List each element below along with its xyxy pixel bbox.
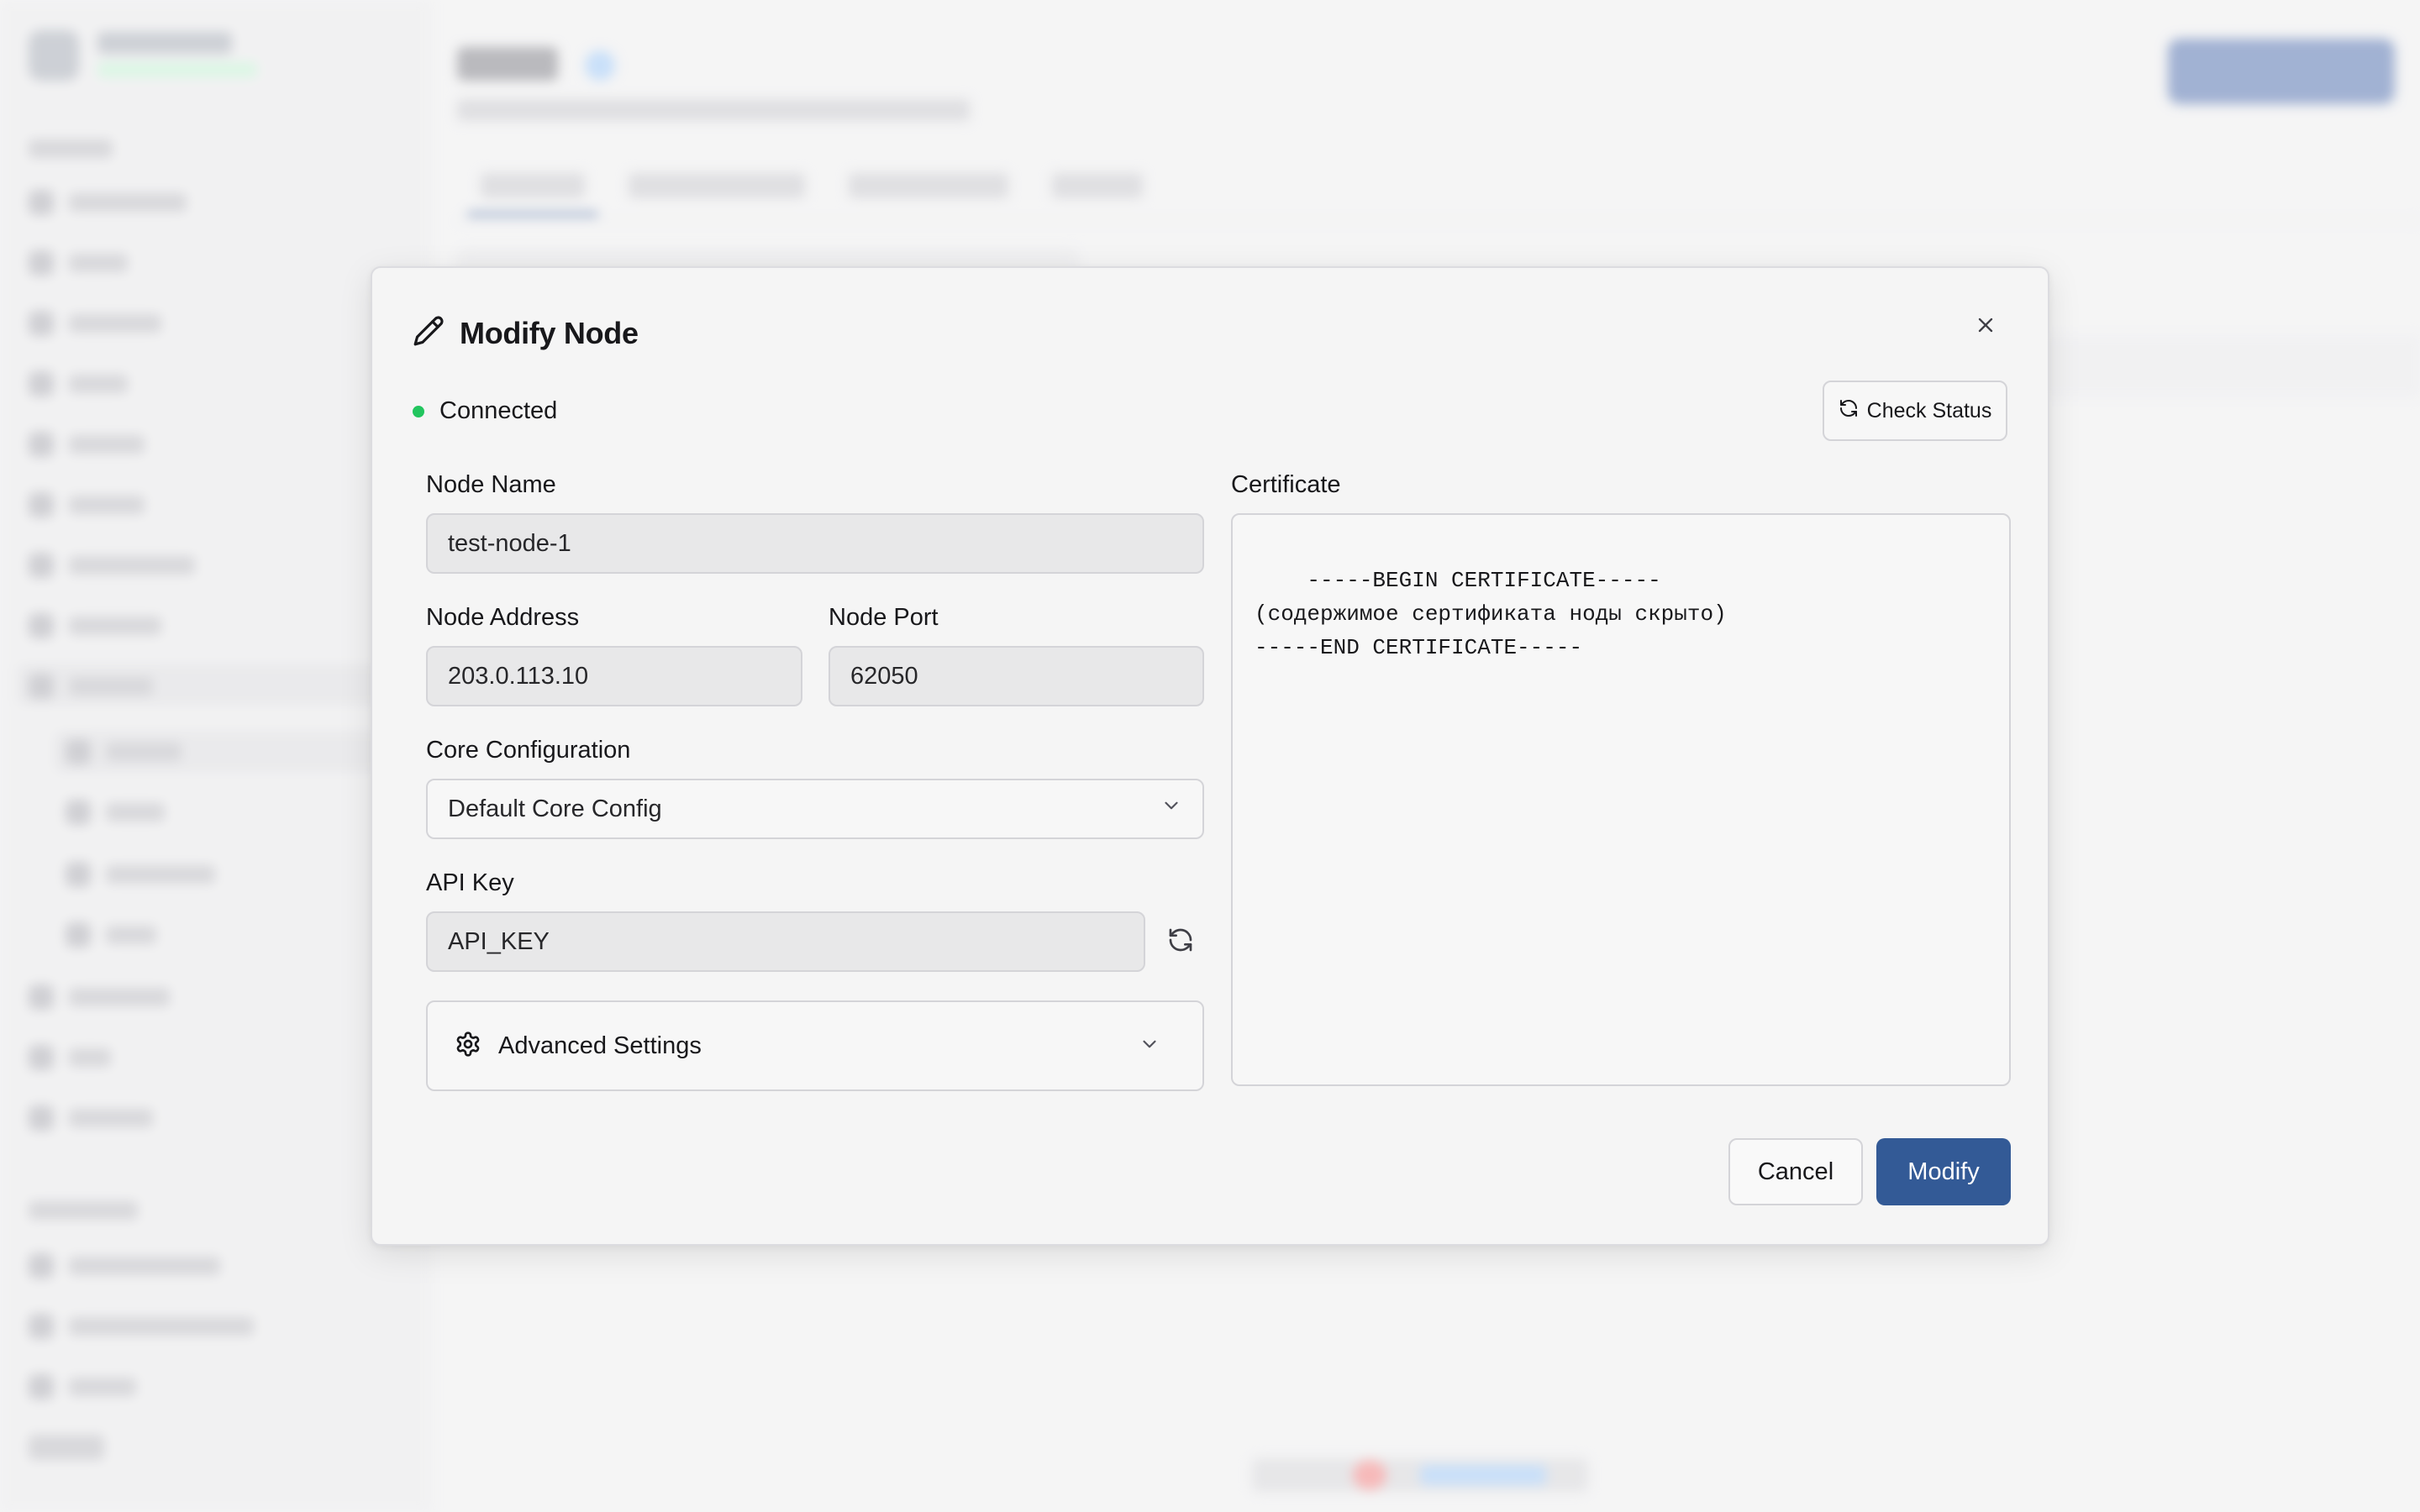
advanced-settings-toggle[interactable]: Advanced Settings [426, 1000, 1204, 1091]
chevron-down-icon [1160, 795, 1182, 823]
node-name-label: Node Name [426, 471, 556, 498]
pencil-icon [413, 315, 445, 351]
dialog-title: Modify Node [460, 315, 639, 350]
api-key-label: API Key [426, 869, 514, 896]
resize-handle-icon[interactable] [1989, 1064, 2004, 1079]
core-configuration-label: Core Configuration [426, 737, 631, 764]
gear-icon [455, 1031, 481, 1062]
close-icon [1974, 313, 1997, 341]
regenerate-api-key-button[interactable] [1157, 918, 1204, 965]
status-label: Connected [439, 397, 558, 424]
core-configuration-select[interactable]: Default Core Config [426, 779, 1204, 839]
check-status-label: Check Status [1866, 398, 1992, 423]
certificate-label: Certificate [1231, 471, 1341, 498]
cancel-button[interactable]: Cancel [1728, 1138, 1863, 1205]
core-configuration-selected: Default Core Config [448, 795, 662, 822]
modify-node-dialog: Modify Node Connected Check Status Node … [371, 266, 2049, 1246]
node-name-input[interactable] [426, 513, 1204, 574]
refresh-icon [1167, 927, 1194, 958]
check-status-button[interactable]: Check Status [1823, 381, 2007, 441]
dialog-header: Modify Node [413, 315, 639, 351]
advanced-settings-label: Advanced Settings [498, 1032, 702, 1059]
close-button[interactable] [1967, 308, 2004, 345]
connection-status: Connected [413, 397, 557, 425]
certificate-textarea[interactable]: -----BEGIN CERTIFICATE----- (содержимое … [1231, 513, 2011, 1086]
advanced-settings-header: Advanced Settings [455, 1031, 702, 1062]
modify-button[interactable]: Modify [1876, 1138, 2011, 1205]
chevron-down-icon [1139, 1033, 1160, 1059]
node-address-label: Node Address [426, 604, 580, 631]
certificate-content: -----BEGIN CERTIFICATE----- (содержимое … [1255, 568, 1727, 660]
refresh-icon [1839, 398, 1859, 424]
node-port-label: Node Port [829, 604, 939, 631]
node-address-input[interactable] [426, 646, 802, 706]
status-indicator-dot [413, 405, 424, 417]
node-port-input[interactable] [829, 646, 1204, 706]
api-key-input[interactable] [426, 911, 1145, 972]
